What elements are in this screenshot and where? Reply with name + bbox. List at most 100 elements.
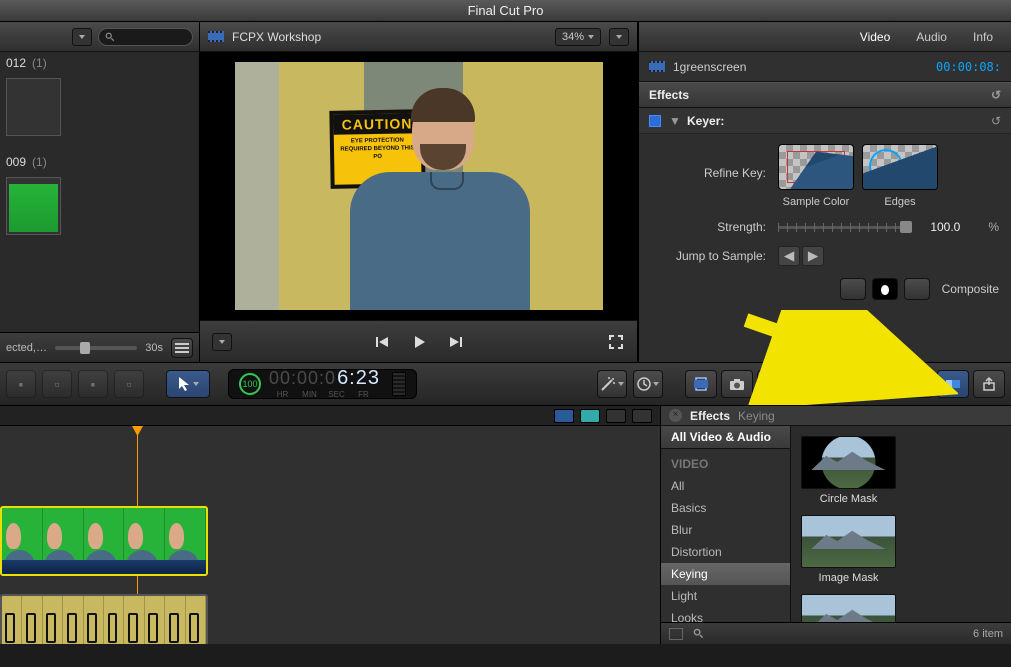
pointer-icon xyxy=(177,376,191,392)
clip-thumbnail[interactable] xyxy=(6,78,61,136)
next-edit-button[interactable] xyxy=(446,333,464,351)
browser-share-button[interactable] xyxy=(973,370,1005,398)
timeline-clip-primary[interactable] xyxy=(0,506,208,576)
view-final-button[interactable] xyxy=(840,278,866,300)
category-item[interactable]: Blur xyxy=(661,519,790,541)
library-toolbar xyxy=(0,22,199,52)
library-body[interactable]: 012 (1) 009 (1) xyxy=(0,52,199,332)
browser-titles-button[interactable]: T xyxy=(829,370,861,398)
edges-tool[interactable]: Edges xyxy=(862,144,938,208)
browser-music-button[interactable] xyxy=(757,370,789,398)
overwrite-clip-button[interactable]: ▫ xyxy=(114,370,144,398)
reset-effect-button[interactable]: ↺ xyxy=(991,114,1001,128)
category-group-video: VIDEO xyxy=(661,449,790,475)
tab-info[interactable]: Info xyxy=(973,30,993,44)
browser-photos-button[interactable] xyxy=(721,370,753,398)
effect-item-circle-mask[interactable]: Circle Mask xyxy=(801,436,896,505)
category-item-keying[interactable]: Keying xyxy=(661,563,790,585)
category-all[interactable]: All Video & Audio xyxy=(661,426,790,449)
timeline-canvas[interactable] xyxy=(0,426,660,644)
clip-appearance-button[interactable] xyxy=(171,338,193,358)
effects-browser: × Effects Keying All Video & Audio VIDEO… xyxy=(661,406,1011,644)
effects-icon xyxy=(945,378,961,390)
effect-item-keyer[interactable]: Keyer xyxy=(801,594,896,622)
effect-enabled-checkbox[interactable] xyxy=(649,115,661,127)
browser-effects-button[interactable] xyxy=(937,370,969,398)
category-item[interactable]: Looks xyxy=(661,607,790,622)
generator-icon xyxy=(874,377,888,391)
effects-title: Effects xyxy=(690,409,730,423)
effect-thumbnail xyxy=(801,436,896,489)
transition-icon xyxy=(801,378,817,390)
tab-audio[interactable]: Audio xyxy=(916,30,947,44)
insert-clip-button[interactable]: ▫ xyxy=(42,370,72,398)
viewer-display-menu[interactable] xyxy=(212,333,232,351)
play-button[interactable] xyxy=(410,333,428,351)
prev-edit-button[interactable] xyxy=(374,333,392,351)
library-filter-menu[interactable] xyxy=(72,28,92,46)
timeline-panel xyxy=(0,406,661,644)
strength-unit: % xyxy=(988,220,999,234)
event-row[interactable]: 009 (1) xyxy=(0,151,199,173)
library-search-input[interactable] xyxy=(98,28,193,46)
view-composite-button[interactable] xyxy=(904,278,930,300)
edges-thumbnail xyxy=(862,144,938,190)
timeline-appearance-button[interactable] xyxy=(554,409,574,423)
clip-thumbnail[interactable] xyxy=(6,177,61,235)
search-icon[interactable] xyxy=(693,628,704,639)
browser-transitions-button[interactable] xyxy=(793,370,825,398)
jump-next-button[interactable]: ▶ xyxy=(802,246,824,266)
effects-grid: Circle Mask Image Mask Keyer Luma Keyer xyxy=(791,426,1011,622)
camera-icon xyxy=(729,378,745,391)
browser-media-button[interactable] xyxy=(685,370,717,398)
sample-color-thumbnail xyxy=(778,144,854,190)
select-tool[interactable] xyxy=(166,370,210,398)
effects-layout-toggle[interactable] xyxy=(669,628,683,640)
timeline-audio-button[interactable] xyxy=(580,409,600,423)
browser-themes-button[interactable] xyxy=(901,370,933,398)
effects-close-button[interactable]: × xyxy=(669,409,682,422)
jump-prev-button[interactable]: ◀ xyxy=(778,246,800,266)
timecode-display[interactable]: 100 00:00:06:23 HRMINSECFR xyxy=(228,369,417,399)
person-figure xyxy=(360,92,540,310)
selection-status: ected,… xyxy=(6,342,47,354)
titles-icon: T xyxy=(840,375,851,393)
view-matte-button[interactable] xyxy=(872,278,898,300)
viewer-settings-menu[interactable] xyxy=(609,28,629,46)
effect-name: Keyer: xyxy=(687,114,724,128)
category-item[interactable]: Distortion xyxy=(661,541,790,563)
timeline-skimming-button[interactable] xyxy=(632,409,652,423)
category-item[interactable]: Light xyxy=(661,585,790,607)
timeline-snapping-button[interactable] xyxy=(606,409,626,423)
viewer-transport xyxy=(200,320,637,362)
timeline-clip-connected[interactable] xyxy=(0,594,208,644)
viewer-canvas[interactable]: CAUTION EYE PROTECTION REQUIRED BEYOND T… xyxy=(200,52,637,320)
clip-name: 1greenscreen xyxy=(673,60,746,74)
fullscreen-button[interactable] xyxy=(607,333,625,351)
clip-duration-label: 30s xyxy=(145,342,163,354)
param-label-refine: Refine Key: xyxy=(651,144,766,180)
sample-color-tool[interactable]: Sample Color xyxy=(778,144,854,208)
inspector-clip-header: 1greenscreen 00:00:08: xyxy=(639,52,1011,82)
effect-keyer-row[interactable]: ▼ Keyer: ↺ xyxy=(639,108,1011,134)
clip-zoom-slider[interactable] xyxy=(55,346,137,350)
tc-bright: 6:23 xyxy=(337,367,380,390)
viewer-zoom-menu[interactable]: 34% xyxy=(555,28,601,46)
connect-clip-button[interactable]: ▪ xyxy=(6,370,36,398)
effects-section-header[interactable]: Effects ↺ xyxy=(639,82,1011,108)
inspector-body: Refine Key: Sample Color Edges Strength: xyxy=(639,134,1011,362)
strength-slider[interactable] xyxy=(778,226,912,229)
browser-generators-button[interactable] xyxy=(865,370,897,398)
strength-value[interactable]: 100.0 xyxy=(930,220,976,234)
event-row[interactable]: 012 (1) xyxy=(0,52,199,74)
tab-video[interactable]: Video xyxy=(860,30,890,44)
retime-menu[interactable] xyxy=(633,370,663,398)
category-item[interactable]: All xyxy=(661,475,790,497)
category-item[interactable]: Basics xyxy=(661,497,790,519)
append-clip-button[interactable]: ▪ xyxy=(78,370,108,398)
reset-section-button[interactable]: ↺ xyxy=(991,88,1001,102)
enhance-menu[interactable] xyxy=(597,370,627,398)
disclosure-triangle[interactable]: ▼ xyxy=(669,114,679,128)
event-count: (1) xyxy=(32,56,47,70)
effect-item-image-mask[interactable]: Image Mask xyxy=(801,515,896,584)
